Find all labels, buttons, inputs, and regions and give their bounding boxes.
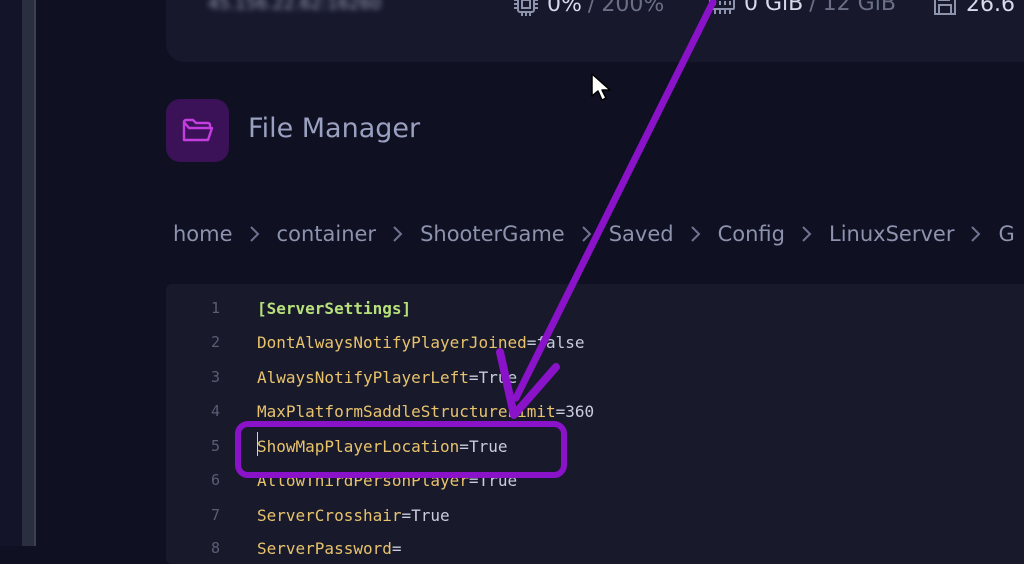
breadcrumb-saved[interactable]: Saved	[609, 222, 674, 246]
line-number: 6	[210, 471, 220, 489]
cpu-separator: /	[587, 0, 596, 17]
editor-line[interactable]: 4 MaxPlatformSaddleStructureLimit=360	[166, 399, 594, 423]
mouse-pointer-icon	[591, 73, 611, 101]
ini-equals: =	[391, 538, 402, 558]
ini-equals: =	[468, 367, 479, 387]
disk-icon	[934, 0, 956, 15]
editor-line[interactable]: 2 DontAlwaysNotifyPlayerJoined=false	[166, 330, 585, 354]
ini-equals: =	[401, 505, 412, 525]
breadcrumb-current[interactable]: G	[998, 222, 1014, 246]
ini-equals: =	[468, 470, 479, 490]
memory-stat: 0 GiB / 12 GiB	[708, 0, 896, 16]
line-number: 7	[210, 506, 220, 524]
chevron-right-icon	[391, 223, 405, 245]
ini-key: AllowThirdPersonPlayer	[257, 470, 469, 490]
cpu-limit: 200%	[601, 0, 665, 17]
ini-key: ShowMapPlayerLocation	[257, 436, 460, 456]
memory-limit: 12 GiB	[822, 0, 896, 16]
memory-separator: /	[809, 0, 817, 16]
memory-value: 0 GiB	[744, 0, 804, 16]
cpu-value: 0%	[547, 0, 582, 17]
chevron-right-icon	[580, 223, 594, 245]
ini-key: ServerCrosshair	[257, 505, 402, 525]
line-number: 1	[210, 299, 220, 317]
editor-line[interactable]: 6 AllowThirdPersonPlayer=True	[166, 468, 517, 492]
disk-stat: 26.6	[932, 0, 1015, 17]
left-rail	[0, 0, 22, 546]
disk-value: 26.6	[966, 0, 1015, 17]
line-number: 2	[210, 333, 220, 351]
chevron-right-icon	[800, 223, 814, 245]
ini-value: True	[411, 505, 450, 525]
line-number: 3	[210, 368, 220, 386]
left-rail-scrollbar[interactable]	[22, 0, 36, 546]
code-editor[interactable]: 1 [ServerSettings] 2 DontAlwaysNotifyPla…	[166, 284, 1024, 564]
ini-key: ServerPassword	[257, 538, 392, 558]
chevron-right-icon	[689, 223, 703, 245]
breadcrumb-home[interactable]: home	[173, 222, 233, 246]
breadcrumb-linuxserver[interactable]: LinuxServer	[829, 222, 954, 246]
line-number: 8	[210, 539, 220, 557]
cpu-icon	[514, 0, 538, 16]
editor-line[interactable]: 8 ServerPassword=	[166, 536, 402, 560]
line-number: 5	[210, 437, 220, 455]
chevron-right-icon	[248, 223, 262, 245]
chevron-right-icon	[969, 223, 983, 245]
editor-line-highlighted[interactable]: 5 ShowMapPlayerLocation=True	[166, 432, 507, 458]
cpu-stat: 0% / 200%	[513, 0, 664, 17]
breadcrumb-shootergame[interactable]: ShooterGame	[420, 222, 565, 246]
ini-equals: =	[555, 401, 566, 421]
editor-line[interactable]: 7 ServerCrosshair=True	[166, 503, 450, 527]
ini-value: 360	[565, 401, 595, 421]
ini-value: false	[536, 332, 585, 352]
ini-value: True	[478, 367, 518, 387]
memory-icon	[709, 0, 735, 14]
breadcrumb-container[interactable]: container	[277, 222, 377, 246]
ini-key: AlwaysNotifyPlayerLeft	[257, 367, 469, 387]
ini-value: True	[468, 436, 508, 456]
page-title: File Manager	[248, 113, 421, 144]
ini-key: DontAlwaysNotifyPlayerJoined	[257, 332, 527, 352]
ini-key: MaxPlatformSaddleStructureLimit	[257, 401, 556, 421]
ini-section: [ServerSettings]	[257, 298, 412, 318]
line-number: 4	[210, 402, 220, 420]
ini-value: True	[478, 470, 518, 490]
breadcrumb-config[interactable]: Config	[718, 222, 785, 246]
folder-open-icon	[182, 118, 213, 141]
file-manager-badge	[166, 99, 229, 162]
breadcrumb: home container ShooterGame Saved Config …	[173, 222, 1015, 246]
editor-line[interactable]: 3 AlwaysNotifyPlayerLeft=True	[166, 365, 517, 389]
ini-equals: =	[526, 332, 537, 352]
ini-equals: =	[459, 436, 469, 456]
server-address: 45.156.22.62:16260	[208, 0, 382, 14]
editor-line[interactable]: 1 [ServerSettings]	[166, 296, 411, 320]
